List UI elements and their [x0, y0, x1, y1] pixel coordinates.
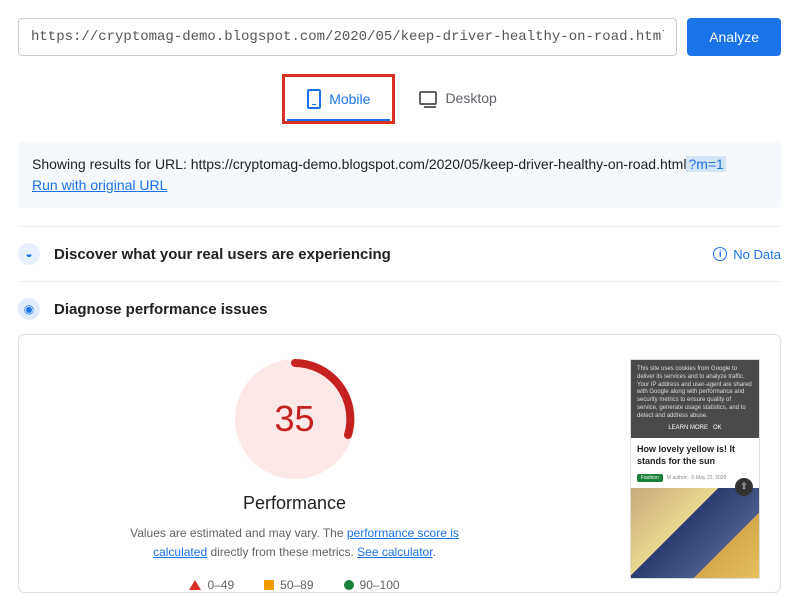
preview-fab-icon: ⇧ [735, 478, 753, 496]
preview-ok: OK [713, 425, 722, 431]
square-icon [264, 580, 274, 590]
preview-learn-more: LEARN MORE [668, 425, 708, 431]
device-tabs: Mobile Desktop [18, 74, 781, 124]
info-icon: i [713, 247, 727, 261]
performance-label: Performance [243, 493, 346, 514]
analyze-button[interactable]: Analyze [687, 18, 781, 56]
mobile-icon [307, 89, 321, 109]
result-prefix: Showing results for URL: [32, 156, 191, 172]
result-url-base: https://cryptomag-demo.blogspot.com/2020… [191, 156, 687, 172]
preview-image: ⇧ [631, 488, 759, 578]
discover-section: ◒ Discover what your real users are expe… [18, 226, 781, 281]
diagnose-icon: ◉ [18, 298, 40, 320]
triangle-icon [189, 580, 201, 590]
score-legend: 0–49 50–89 90–100 [189, 578, 399, 592]
see-calculator-link[interactable]: See calculator [357, 545, 432, 559]
diagnose-title: Diagnose performance issues [54, 301, 267, 318]
url-input[interactable] [18, 18, 677, 56]
preview-badge: Fashion [637, 474, 663, 482]
tab-desktop[interactable]: Desktop [399, 74, 516, 124]
tab-desktop-label: Desktop [445, 90, 496, 106]
tab-mobile[interactable]: Mobile [287, 79, 390, 121]
legend-bad: 0–49 [207, 578, 234, 592]
mobile-tab-highlight: Mobile [282, 74, 395, 124]
performance-panel: 35 Performance Values are estimated and … [18, 334, 781, 593]
run-original-link[interactable]: Run with original URL [32, 177, 167, 193]
legend-mid: 50–89 [280, 578, 313, 592]
discover-title: Discover what your real users are experi… [54, 246, 391, 263]
no-data-indicator[interactable]: i No Data [713, 247, 781, 262]
circle-icon [344, 580, 354, 590]
legend-good: 90–100 [360, 578, 400, 592]
performance-note: Values are estimated and may vary. The p… [125, 524, 465, 562]
tab-mobile-label: Mobile [329, 91, 370, 107]
preview-headline: How lovely yellow is! It stands for the … [631, 438, 759, 473]
performance-score: 35 [235, 359, 355, 479]
desktop-icon [419, 91, 437, 105]
preview-cookie-banner: This site uses cookies from Google to de… [631, 360, 759, 438]
result-url-param: ?m=1 [686, 156, 725, 172]
discover-icon: ◒ [18, 243, 40, 265]
preview-meta: M author · © May 22, 2020 [667, 475, 727, 481]
result-banner: Showing results for URL: https://cryptom… [18, 142, 781, 208]
performance-gauge: 35 [235, 359, 355, 479]
no-data-label: No Data [733, 247, 781, 262]
preview-cookie-text: This site uses cookies from Google to de… [637, 366, 753, 421]
page-preview: This site uses cookies from Google to de… [630, 359, 760, 579]
